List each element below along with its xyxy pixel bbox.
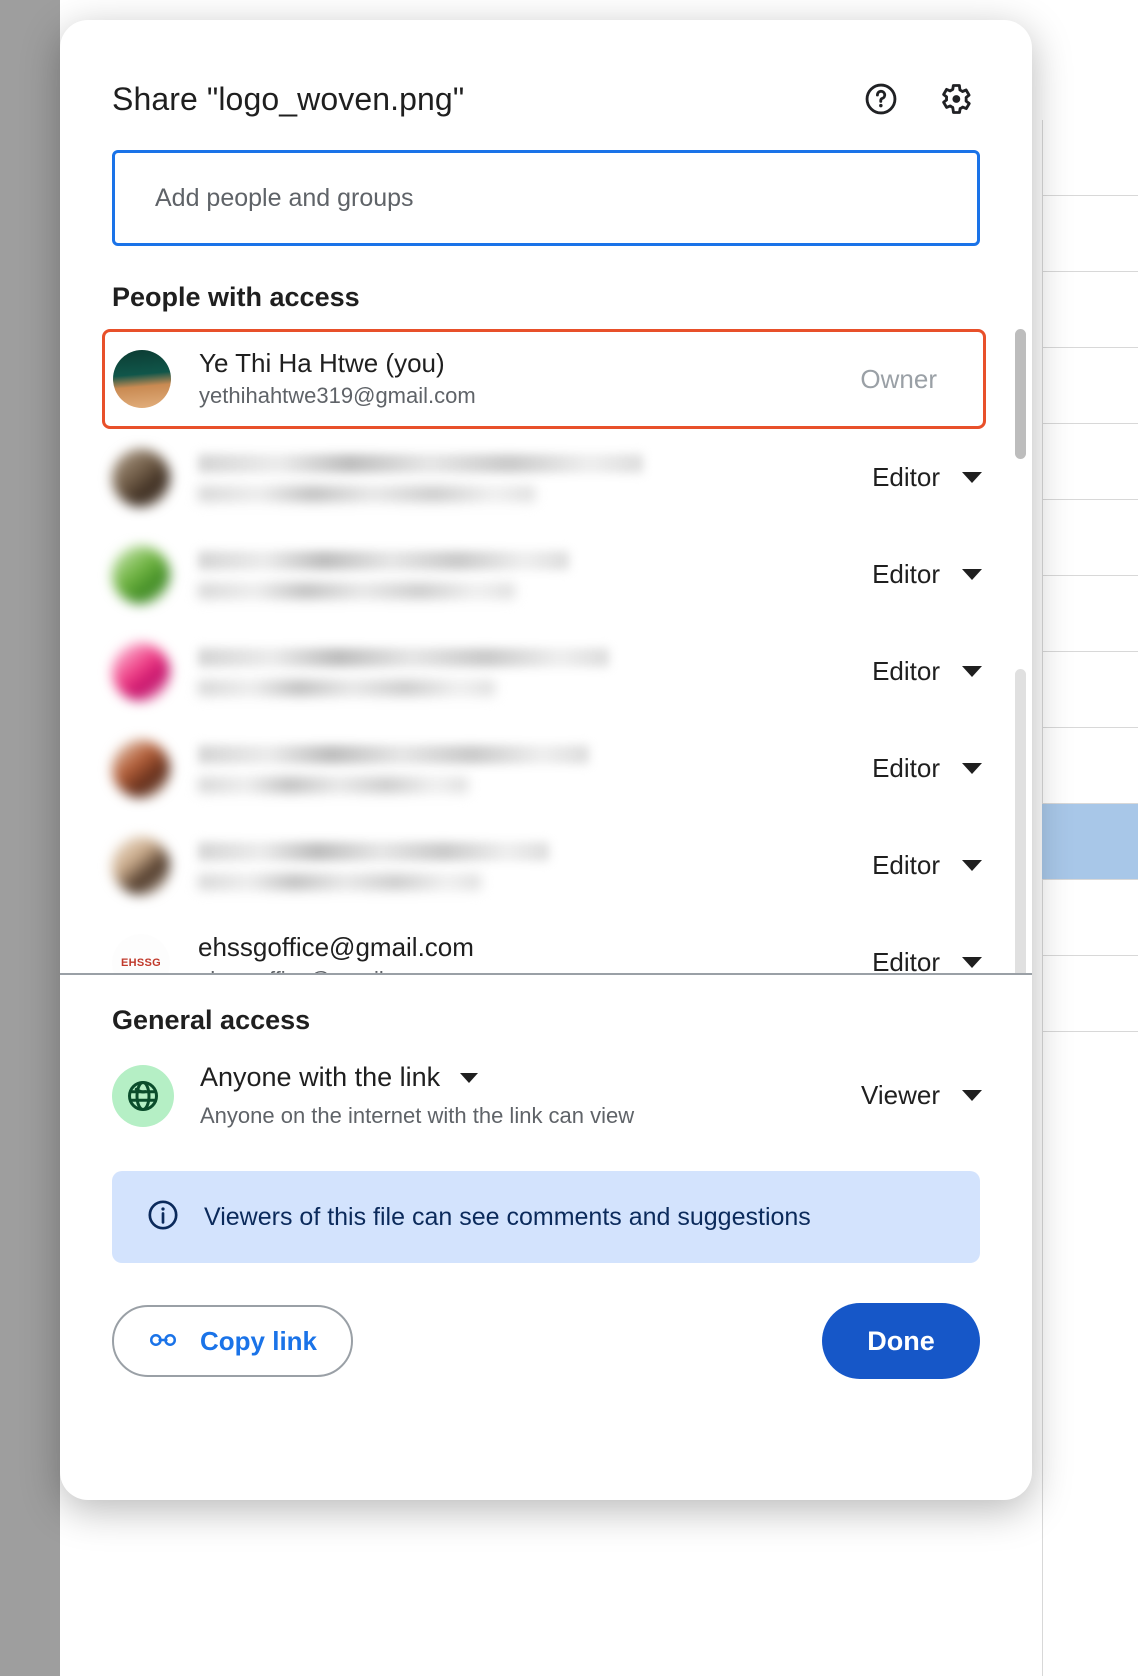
person-name: ehssgoffice@gmail.com (198, 931, 474, 962)
person-identity (170, 550, 872, 599)
share-dialog: Share "logo_woven.png" People with acces… (60, 20, 1032, 1500)
copy-link-button[interactable]: Copy link (112, 1305, 354, 1377)
general-access-row: Anyone with the link Anyone on the inter… (60, 1036, 1032, 1129)
redacted-name (198, 550, 569, 570)
person-identity (170, 744, 872, 793)
background-grid-row (1042, 348, 1138, 424)
chevron-down-icon (962, 860, 982, 871)
background-grid-row (1042, 880, 1138, 956)
person-row[interactable]: Editor (60, 429, 1032, 526)
avatar-logo-label: EHSSG (120, 956, 161, 969)
chevron-down-icon (962, 569, 982, 580)
chevron-down-icon (460, 1072, 479, 1083)
people-with-access-heading: People with access (112, 282, 360, 312)
general-access-texts: Anyone with the link Anyone on the inter… (174, 1062, 861, 1129)
link-scope-dropdown[interactable]: Anyone with the link (200, 1062, 861, 1093)
role-dropdown[interactable]: Editor (872, 753, 982, 784)
general-access-role-dropdown[interactable]: Viewer (861, 1080, 982, 1111)
done-button[interactable]: Done (822, 1303, 980, 1379)
redacted-name (198, 647, 610, 667)
person-identity (170, 841, 872, 890)
chevron-down-icon (962, 763, 982, 774)
role-label: Editor (872, 462, 940, 492)
dialog-title: Share "logo_woven.png" (112, 80, 465, 117)
background-grid-row (1042, 576, 1138, 652)
person-email: yethihahtwe319@gmail.com (199, 383, 476, 409)
person-row[interactable]: Editor (60, 623, 1032, 720)
person-row[interactable]: Editor (60, 720, 1032, 817)
avatar (112, 448, 170, 507)
info-icon (146, 1198, 180, 1237)
role-dropdown[interactable]: Editor (872, 947, 982, 975)
globe-icon (112, 1064, 174, 1127)
avatar (113, 350, 171, 408)
person-row[interactable]: Editor (60, 526, 1032, 623)
background-grid-row (1042, 196, 1138, 272)
info-banner-text: Viewers of this file can see comments an… (204, 1202, 811, 1231)
person-row[interactable]: Editor (60, 817, 1032, 914)
role-label: Editor (872, 559, 940, 589)
link-icon (148, 1325, 178, 1358)
redacted-email (198, 582, 515, 599)
background-selected-cell (1042, 804, 1138, 880)
role-dropdown[interactable]: Editor (872, 850, 982, 881)
background-grid-row (1042, 272, 1138, 348)
person-row[interactable]: EHSSG ehssgoffice@gmail.com ehssgoffice@… (60, 914, 1032, 975)
link-scope-label: Anyone with the link (200, 1062, 441, 1092)
redacted-email (198, 873, 482, 890)
person-row-owner[interactable]: Ye Thi Ha Htwe (you) yethihahtwe319@gmai… (102, 329, 986, 429)
avatar (112, 545, 170, 604)
person-identity: Ye Thi Ha Htwe (you) yethihahtwe319@gmai… (171, 347, 860, 410)
role-label: Editor (872, 850, 940, 880)
redacted-email (198, 776, 468, 793)
avatar (112, 739, 170, 798)
background-grid-row (1042, 120, 1138, 196)
person-name: Ye Thi Ha Htwe (you) (199, 348, 445, 379)
redacted-name (198, 744, 589, 764)
avatar (112, 836, 170, 895)
background-grid-row (1042, 500, 1138, 576)
avatar (112, 642, 170, 701)
background-grid-row (1042, 956, 1138, 1032)
people-with-access-list: Ye Thi Ha Htwe (you) yethihahtwe319@gmai… (60, 329, 1032, 975)
add-people-field-wrapper (60, 128, 1032, 246)
redacted-email (198, 679, 495, 696)
people-list-scrollbar-track (1015, 669, 1026, 973)
header-icon-group (858, 76, 988, 122)
copy-link-label: Copy link (200, 1325, 318, 1356)
help-circle-icon[interactable] (858, 76, 904, 122)
add-people-input[interactable] (112, 150, 980, 246)
person-identity (170, 647, 872, 696)
role-owner-label: Owner (860, 363, 937, 394)
person-identity: ehssgoffice@gmail.com ehssgoffice@gmail.… (170, 931, 872, 973)
role-dropdown[interactable]: Editor (872, 462, 982, 493)
role-label: Editor (872, 947, 940, 975)
background-grid-row (1042, 652, 1138, 728)
general-access-role-label: Viewer (860, 1080, 940, 1110)
redacted-name (198, 841, 549, 861)
role-dropdown[interactable]: Editor (872, 656, 982, 687)
avatar: EHSSG (112, 933, 170, 973)
people-list-scrollbar-thumb[interactable] (1015, 329, 1026, 459)
general-access-description: Anyone on the internet with the link can… (200, 1103, 635, 1128)
role-dropdown[interactable]: Editor (872, 559, 982, 590)
dialog-footer: Copy link Done (60, 1263, 1032, 1379)
background-grid-row (1042, 728, 1138, 804)
role-label: Editor (872, 656, 940, 686)
general-access-heading: General access (112, 1005, 311, 1035)
chevron-down-icon (962, 1090, 982, 1101)
chevron-down-icon (962, 957, 982, 968)
redacted-email (198, 485, 536, 502)
role-label: Editor (872, 753, 940, 783)
person-email: ehssgoffice@gmail.com (198, 965, 872, 973)
person-identity (170, 453, 872, 502)
background-grid-row (1042, 424, 1138, 500)
dialog-header: Share "logo_woven.png" (60, 20, 1032, 128)
redacted-name (198, 453, 643, 473)
chevron-down-icon (962, 472, 982, 483)
info-banner: Viewers of this file can see comments an… (112, 1171, 980, 1263)
gear-icon[interactable] (932, 76, 978, 122)
chevron-down-icon (962, 666, 982, 677)
